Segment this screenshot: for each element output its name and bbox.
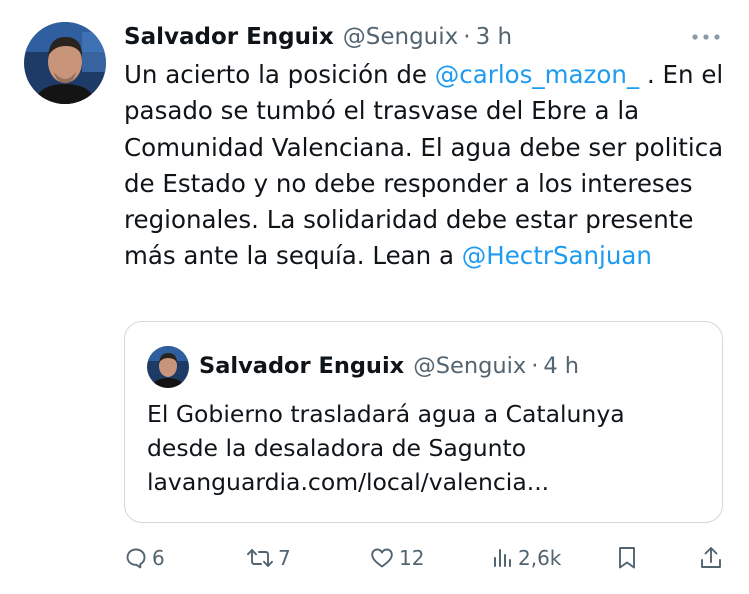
views-button[interactable]: 2,6k: [492, 538, 561, 578]
tweet-text-middle: . En el pasado se tumbó el trasvase del …: [124, 60, 724, 271]
reply-button[interactable]: 6: [124, 538, 165, 578]
author-avatar[interactable]: [24, 22, 106, 104]
like-button[interactable]: 12: [369, 538, 424, 578]
quoted-author-handle: @Senguix: [413, 353, 527, 379]
bookmark-icon: [616, 545, 638, 571]
tweet[interactable]: Salvador Enguix @Senguix · 3 h Un aciert…: [0, 0, 749, 594]
share-icon: [698, 545, 724, 571]
quoted-separator: ·: [531, 353, 539, 379]
reply-count: 6: [152, 546, 165, 570]
tweet-time[interactable]: 3 h: [476, 24, 513, 50]
action-bar: 6 7 12 2,6k: [0, 538, 749, 578]
mention-link-hectrsanjuan[interactable]: @HectrSanjuan: [462, 241, 652, 270]
author-avatar-image: [24, 22, 106, 104]
reply-bubble-icon: [124, 546, 148, 570]
quoted-text-line: El Gobierno trasladará agua a Catalunya: [147, 400, 625, 428]
mention-link-carlos-mazon[interactable]: @carlos_mazon_: [435, 60, 639, 89]
tweet-header: Salvador Enguix @Senguix · 3 h: [124, 20, 512, 54]
author-name[interactable]: Salvador Enguix: [124, 24, 334, 50]
quoted-header: Salvador Enguix @Senguix · 4 h: [199, 350, 579, 382]
views-bars-icon: [492, 546, 514, 570]
quoted-author-avatar: [147, 346, 189, 388]
more-options-button[interactable]: [686, 24, 726, 50]
quoted-tweet[interactable]: Salvador Enguix @Senguix · 4 h El Gobier…: [124, 321, 723, 523]
bookmark-button[interactable]: [616, 538, 638, 578]
quoted-text-line: desde la desaladora de Sagunto: [147, 434, 527, 462]
retweet-count: 7: [278, 546, 291, 570]
quoted-link-text: lavanguardia.com/local/valencia...: [147, 468, 550, 496]
quoted-author-name: Salvador Enguix: [199, 353, 405, 379]
heart-icon: [369, 546, 395, 570]
views-count: 2,6k: [518, 546, 562, 570]
header-separator: ·: [463, 24, 471, 50]
quoted-text: El Gobierno trasladará agua a Catalunya …: [147, 397, 707, 499]
more-dots-icon: [692, 34, 720, 40]
retweet-button[interactable]: 7: [246, 538, 291, 578]
share-button[interactable]: [698, 538, 724, 578]
quoted-avatar-image: [147, 346, 189, 388]
tweet-text-start: Un acierto la posición de: [124, 60, 435, 89]
tweet-text: Un acierto la posición de @carlos_mazon_…: [124, 57, 724, 275]
author-handle[interactable]: @Senguix: [343, 24, 459, 50]
like-count: 12: [399, 546, 425, 570]
retweet-icon: [246, 546, 274, 570]
quoted-time: 4 h: [543, 353, 580, 379]
